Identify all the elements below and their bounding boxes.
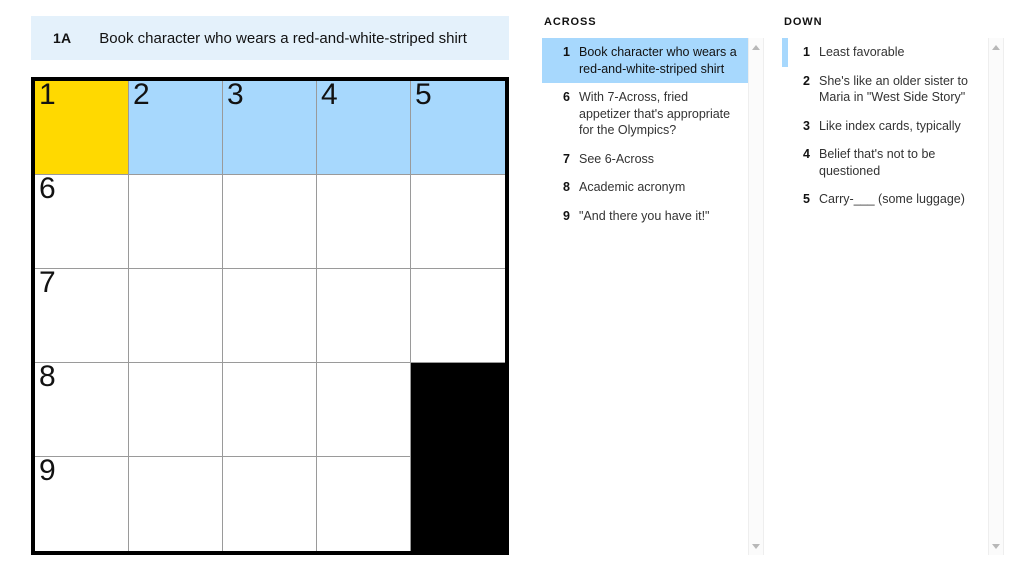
grid-cell[interactable]: 5 <box>411 78 505 175</box>
down-scrollbar[interactable] <box>988 38 1004 555</box>
grid-cell-number: 7 <box>39 266 56 299</box>
clue-number: 4 <box>803 147 810 161</box>
grid-cell-number: 3 <box>227 78 244 111</box>
grid-cell[interactable] <box>129 175 223 269</box>
grid-cell-number: 2 <box>133 78 150 111</box>
grid-cell-number: 4 <box>321 78 338 111</box>
puzzle-column: 1A Book character who wears a red-and-wh… <box>31 16 509 555</box>
clue-number: 1 <box>803 45 810 59</box>
clue-item-across-8[interactable]: 8 Academic acronym <box>542 173 748 202</box>
grid-cell-number: 1 <box>39 78 56 111</box>
grid-cell[interactable] <box>317 269 411 363</box>
clue-text: "And there you have it!" <box>579 208 710 223</box>
grid-cell[interactable]: 3 <box>223 78 317 175</box>
clue-number: 6 <box>563 90 570 104</box>
clue-item-down-2[interactable]: 2 She's like an older sister to Maria in … <box>782 67 988 112</box>
grid-cell[interactable] <box>223 269 317 363</box>
crossword-app: 1A Book character who wears a red-and-wh… <box>0 0 1024 579</box>
clue-text: She's like an older sister to Maria in "… <box>819 73 968 105</box>
grid-cell[interactable] <box>223 457 317 551</box>
clue-item-across-7[interactable]: 7 See 6-Across <box>542 145 748 174</box>
clue-item-across-9[interactable]: 9 "And there you have it!" <box>542 202 748 231</box>
crossword-grid[interactable]: 1 2 3 4 5 6 7 8 9 <box>31 77 509 555</box>
grid-cell[interactable]: 7 <box>35 266 129 363</box>
grid-block-cell <box>411 457 505 551</box>
grid-cell-number: 6 <box>39 172 56 205</box>
clue-text: Least favorable <box>819 45 905 59</box>
clue-number: 7 <box>563 151 570 166</box>
current-clue-bar[interactable]: 1A Book character who wears a red-and-wh… <box>31 16 509 60</box>
current-clue-label: 1A <box>53 30 72 46</box>
clue-number: 1 <box>563 45 570 59</box>
down-clue-list[interactable]: 1 Least favorable 2 She's like an older sis… <box>782 38 988 555</box>
scroll-down-icon[interactable] <box>749 539 763 553</box>
grid-block-cell <box>411 363 505 457</box>
clue-number: 5 <box>803 192 810 206</box>
clue-number: 9 <box>563 208 570 223</box>
clue-item-down-5[interactable]: 5 Carry-___ (some luggage) <box>782 185 988 214</box>
grid-cell[interactable]: 2 <box>129 78 223 175</box>
clue-number: 8 <box>563 180 570 194</box>
clue-text: With 7-Across, fried appetizer that's ap… <box>579 90 731 137</box>
clue-text: Academic acronym <box>579 180 686 194</box>
clue-number: 3 <box>803 118 810 133</box>
across-clue-list[interactable]: 1 Book character who wears a red-and-whit… <box>542 38 748 555</box>
clue-text: Carry-___ (some luggage) <box>819 192 965 206</box>
down-clue-panel: DOWN 1 Least favorable 2 She's like an olde… <box>782 16 1004 563</box>
grid-cell-number: 9 <box>39 454 56 487</box>
grid-cell[interactable]: 6 <box>35 172 129 269</box>
grid-cell[interactable]: 1 <box>35 78 129 175</box>
grid-cell[interactable]: 9 <box>35 454 129 551</box>
across-clue-panel: ACROSS 1 Book character who wears a red-a… <box>542 16 764 563</box>
scroll-up-icon[interactable] <box>749 40 763 54</box>
across-clue-list-box: 1 Book character who wears a red-and-whit… <box>542 38 764 555</box>
current-clue-text: Book character who wears a red-and-white… <box>99 29 467 47</box>
clue-item-across-1[interactable]: 1 Book character who wears a red-and-whit… <box>542 38 748 83</box>
clue-text: See 6-Across <box>579 151 655 166</box>
grid-cell[interactable] <box>411 175 505 269</box>
grid-cell[interactable] <box>411 269 505 363</box>
grid-cell[interactable] <box>317 363 411 457</box>
down-heading: DOWN <box>784 16 823 28</box>
clue-item-down-4[interactable]: 4 Belief that's not to be questioned <box>782 140 988 185</box>
scroll-up-icon[interactable] <box>989 40 1003 54</box>
clue-item-down-1[interactable]: 1 Least favorable <box>782 38 988 67</box>
grid-cell[interactable]: 4 <box>317 78 411 175</box>
clue-text: Like index cards, typically <box>819 118 961 133</box>
clue-item-down-3[interactable]: 3 Like index cards, typically <box>782 112 988 141</box>
grid-cell[interactable] <box>129 269 223 363</box>
across-scrollbar[interactable] <box>748 38 764 555</box>
grid-cell-number: 8 <box>39 360 56 393</box>
across-heading: ACROSS <box>544 16 597 28</box>
clue-item-across-6[interactable]: 6 With 7-Across, fried appetizer that's a… <box>542 83 748 145</box>
grid-cell-number: 5 <box>415 78 432 111</box>
grid-cell[interactable]: 8 <box>35 360 129 457</box>
grid-cell[interactable] <box>129 457 223 551</box>
grid-cell[interactable] <box>317 457 411 551</box>
clue-text: Book character who wears a red-and-white… <box>579 45 737 76</box>
grid-cell[interactable] <box>317 175 411 269</box>
grid-cell[interactable] <box>223 175 317 269</box>
clue-number: 2 <box>803 73 810 88</box>
down-clue-list-box: 1 Least favorable 2 She's like an older sis… <box>782 38 1004 555</box>
clue-text: Belief that's not to be questioned <box>819 147 936 178</box>
scroll-down-icon[interactable] <box>989 539 1003 553</box>
grid-cell[interactable] <box>223 363 317 457</box>
grid-cell[interactable] <box>129 363 223 457</box>
